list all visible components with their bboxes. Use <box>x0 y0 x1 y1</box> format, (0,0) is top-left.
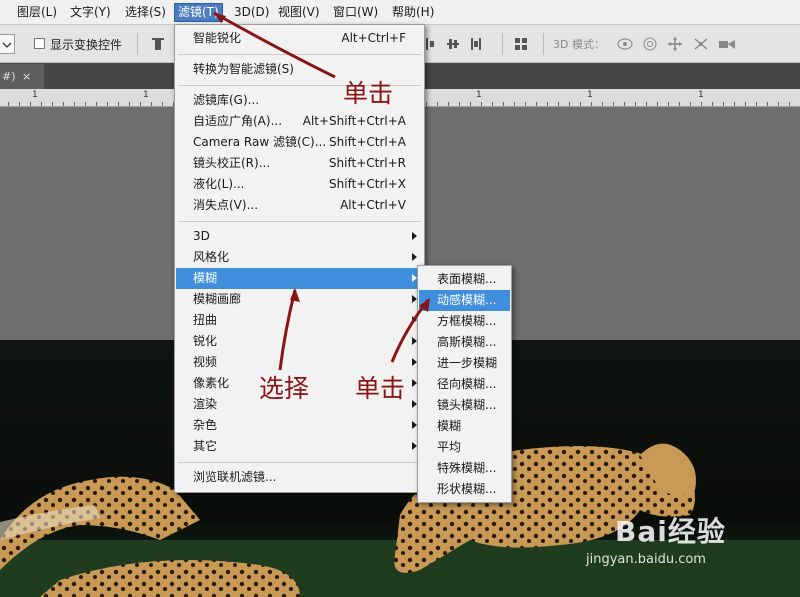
annotation-click-filter: 单击 <box>343 79 394 108</box>
annotation-select-blur: 选择 <box>259 374 310 403</box>
watermark-url: jingyan.baidu.com <box>586 552 706 567</box>
annotation-arrows <box>213 11 430 371</box>
annotation-click-motion-blur: 单击 <box>355 374 406 403</box>
baidu-watermark: Bai经验 jingyan.baidu.com <box>586 510 726 567</box>
watermark-brand: Bai经验 <box>615 515 726 548</box>
